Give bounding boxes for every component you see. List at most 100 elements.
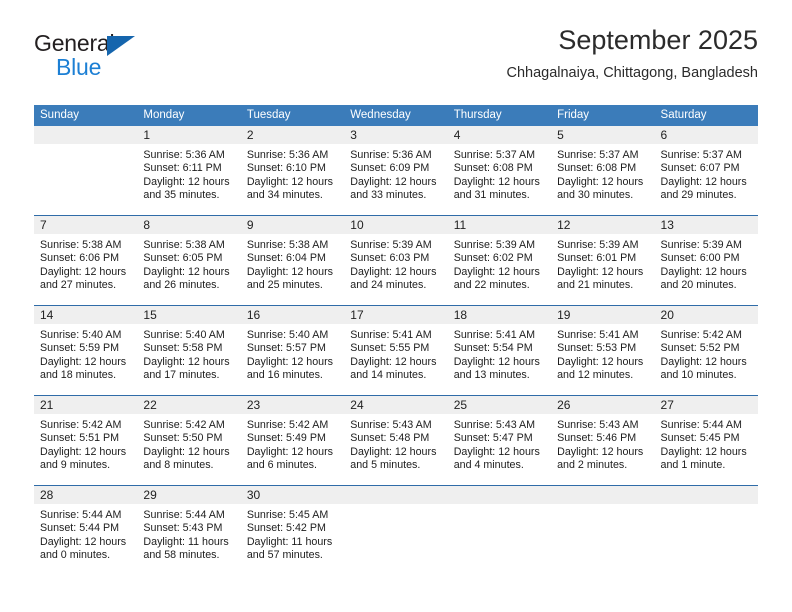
day-detail-line: Sunrise: 5:36 AM: [246, 149, 329, 161]
day-detail-line: Sunrise: 5:41 AM: [453, 329, 536, 341]
day-number: 17: [350, 308, 364, 322]
day-number: 12: [557, 218, 571, 232]
day-cell-23[interactable]: 23 Sunrise: 5:42 AM Sunset: 5:49 PM Dayligh…: [240, 396, 345, 485]
day-cell-19[interactable]: 19 Sunrise: 5:41 AM Sunset: 5:53 PM Dayligh…: [551, 306, 655, 395]
weekday-header-row: Sunday Monday Tuesday Wednesday Thursday Frid…: [34, 105, 758, 126]
day-cell-24[interactable]: 24 Sunrise: 5:43 AM Sunset: 5:48 PM Dayligh…: [344, 396, 448, 485]
day-cell-18[interactable]: 18 Sunrise: 5:41 AM Sunset: 5:54 PM Dayligh…: [447, 306, 552, 395]
generalblue-logo[interactable]: General Blue: [34, 32, 154, 84]
day-cell-10[interactable]: 10 Sunrise: 5:39 AM Sunset: 6:03 PM Dayligh…: [344, 216, 448, 305]
day-detail-line: Sunrise: 5:43 AM: [453, 419, 536, 431]
day-detail-line: and 17 minutes.: [143, 369, 220, 382]
day-cell-11[interactable]: 11 Sunrise: 5:39 AM Sunset: 6:02 PM Dayligh…: [447, 216, 552, 305]
day-details: Sunrise: 5:45 AM Sunset: 5:42 PM Daylight:…: [241, 504, 344, 563]
day-details: Sunrise: 5:44 AM Sunset: 5:43 PM Daylight:…: [137, 504, 240, 563]
day-detail-line: Sunrise: 5:39 AM: [660, 239, 742, 251]
day-detail-line: and 57 minutes.: [246, 549, 323, 562]
day-cell-22[interactable]: 22 Sunrise: 5:42 AM Sunset: 5:50 PM Dayligh…: [137, 396, 241, 485]
day-detail-line: Daylight: 12 hours: [246, 175, 333, 188]
calendar-week-row: 14 Sunrise: 5:40 AM Sunset: 5:59 PM Dayligh…: [34, 305, 758, 395]
day-cell-3[interactable]: 3 Sunrise: 5:36 AM Sunset: 6:09 PM Daylight…: [344, 126, 448, 215]
day-details: Sunrise: 5:40 AM Sunset: 5:59 PM Daylight:…: [34, 324, 137, 383]
day-detail-line: Daylight: 11 hours: [143, 535, 229, 548]
day-number: 13: [660, 218, 674, 232]
day-cell-empty: [551, 486, 655, 575]
day-detail-line: Sunrise: 5:38 AM: [143, 239, 225, 251]
day-cell-30[interactable]: 30 Sunrise: 5:45 AM Sunset: 5:42 PM Dayligh…: [240, 486, 345, 575]
day-detail-line: Sunset: 6:01 PM: [557, 252, 637, 265]
day-detail-line: Sunrise: 5:42 AM: [143, 419, 225, 431]
day-detail-line: and 35 minutes.: [143, 189, 220, 202]
day-cell-7[interactable]: 7 Sunrise: 5:38 AM Sunset: 6:06 PM Daylight…: [34, 216, 138, 305]
day-detail-line: Sunset: 6:10 PM: [246, 162, 326, 175]
day-number: 16: [246, 308, 261, 322]
day-number: 26: [557, 398, 571, 412]
day-detail-line: Daylight: 12 hours: [40, 355, 127, 368]
day-number-band: 17: [344, 306, 448, 324]
calendar-week-row: 28 Sunrise: 5:44 AM Sunset: 5:44 PM Dayligh…: [34, 485, 758, 575]
day-cell-20[interactable]: 20 Sunrise: 5:42 AM Sunset: 5:52 PM Dayligh…: [654, 306, 758, 395]
day-number-band: 29: [137, 486, 241, 504]
day-cell-28[interactable]: 28 Sunrise: 5:44 AM Sunset: 5:44 PM Dayligh…: [34, 486, 138, 575]
day-detail-line: Daylight: 12 hours: [143, 265, 230, 278]
day-detail-line: Sunset: 5:59 PM: [40, 342, 120, 355]
day-detail-line: Sunrise: 5:43 AM: [350, 419, 432, 431]
day-detail-line: and 24 minutes.: [350, 279, 427, 292]
day-cell-13[interactable]: 13 Sunrise: 5:39 AM Sunset: 6:00 PM Dayligh…: [654, 216, 758, 305]
day-detail-line: and 31 minutes.: [453, 189, 530, 202]
day-cell-29[interactable]: 29 Sunrise: 5:44 AM Sunset: 5:43 PM Dayligh…: [137, 486, 241, 575]
day-cell-16[interactable]: 16 Sunrise: 5:40 AM Sunset: 5:57 PM Dayligh…: [240, 306, 345, 395]
day-number: 24: [350, 398, 364, 412]
day-number: 3: [350, 128, 357, 142]
day-cell-12[interactable]: 12 Sunrise: 5:39 AM Sunset: 6:01 PM Dayligh…: [551, 216, 655, 305]
day-cell-5[interactable]: 5 Sunrise: 5:37 AM Sunset: 6:08 PM Daylight…: [551, 126, 655, 215]
page-title: September 2025: [558, 25, 758, 55]
day-detail-line: Sunrise: 5:37 AM: [557, 149, 639, 161]
day-detail-line: Sunset: 5:57 PM: [246, 342, 326, 355]
day-detail-line: Sunset: 6:04 PM: [246, 252, 326, 265]
day-detail-line: and 2 minutes.: [557, 459, 628, 472]
day-details: Sunrise: 5:43 AM Sunset: 5:46 PM Daylight:…: [551, 414, 654, 473]
day-detail-line: Sunrise: 5:37 AM: [660, 149, 742, 161]
day-cell-17[interactable]: 17 Sunrise: 5:41 AM Sunset: 5:55 PM Dayligh…: [344, 306, 448, 395]
day-details: Sunrise: 5:37 AM Sunset: 6:08 PM Daylight:…: [448, 144, 551, 203]
day-number-band: 3: [344, 126, 448, 144]
day-detail-line: Daylight: 12 hours: [557, 355, 644, 368]
day-detail-line: Sunset: 6:07 PM: [660, 162, 740, 175]
day-detail-line: Sunrise: 5:39 AM: [350, 239, 432, 251]
day-cell-27[interactable]: 27 Sunrise: 5:44 AM Sunset: 5:45 PM Dayligh…: [654, 396, 758, 485]
day-cell-8[interactable]: 8 Sunrise: 5:38 AM Sunset: 6:05 PM Daylight…: [137, 216, 241, 305]
day-details: Sunrise: 5:44 AM Sunset: 5:45 PM Daylight:…: [655, 414, 758, 473]
day-details: Sunrise: 5:37 AM Sunset: 6:08 PM Daylight:…: [551, 144, 654, 203]
day-detail-line: and 13 minutes.: [453, 369, 530, 382]
day-cell-6[interactable]: 6 Sunrise: 5:37 AM Sunset: 6:07 PM Daylight…: [654, 126, 758, 215]
day-cell-15[interactable]: 15 Sunrise: 5:40 AM Sunset: 5:58 PM Dayligh…: [137, 306, 241, 395]
day-cell-9[interactable]: 9 Sunrise: 5:38 AM Sunset: 6:04 PM Daylight…: [240, 216, 345, 305]
day-number-band: 2: [240, 126, 345, 144]
day-cell-4[interactable]: 4 Sunrise: 5:37 AM Sunset: 6:08 PM Daylight…: [447, 126, 552, 215]
day-number: 18: [453, 308, 468, 322]
day-number: 15: [143, 308, 157, 322]
day-cell-26[interactable]: 26 Sunrise: 5:43 AM Sunset: 5:46 PM Dayligh…: [551, 396, 655, 485]
day-details: Sunrise: 5:42 AM Sunset: 5:50 PM Daylight:…: [137, 414, 240, 473]
day-number: 10: [350, 218, 364, 232]
day-number-band: 28: [34, 486, 138, 504]
day-details: Sunrise: 5:42 AM Sunset: 5:49 PM Daylight:…: [241, 414, 344, 473]
day-details: Sunrise: 5:36 AM Sunset: 6:10 PM Daylight:…: [241, 144, 344, 203]
day-detail-line: Sunrise: 5:40 AM: [40, 329, 122, 341]
day-detail-line: Daylight: 12 hours: [143, 445, 230, 458]
day-detail-line: Sunset: 5:42 PM: [246, 522, 326, 535]
day-detail-line: and 6 minutes.: [246, 459, 317, 472]
day-detail-line: Sunset: 6:11 PM: [143, 162, 222, 175]
day-detail-line: Sunset: 5:49 PM: [246, 432, 326, 445]
day-cell-25[interactable]: 25 Sunrise: 5:43 AM Sunset: 5:47 PM Dayligh…: [447, 396, 552, 485]
day-cell-2[interactable]: 2 Sunrise: 5:36 AM Sunset: 6:10 PM Daylight…: [240, 126, 345, 215]
day-number: 4: [453, 128, 461, 142]
day-number-band: 25: [447, 396, 552, 414]
day-cell-14[interactable]: 14 Sunrise: 5:40 AM Sunset: 5:59 PM Dayligh…: [34, 306, 138, 395]
day-detail-line: and 22 minutes.: [453, 279, 530, 292]
day-cell-empty: [34, 126, 138, 215]
day-number-band: [34, 126, 138, 144]
day-cell-1[interactable]: 1 Sunrise: 5:36 AM Sunset: 6:11 PM Daylight…: [137, 126, 241, 215]
day-cell-21[interactable]: 21 Sunrise: 5:42 AM Sunset: 5:51 PM Dayligh…: [34, 396, 138, 485]
